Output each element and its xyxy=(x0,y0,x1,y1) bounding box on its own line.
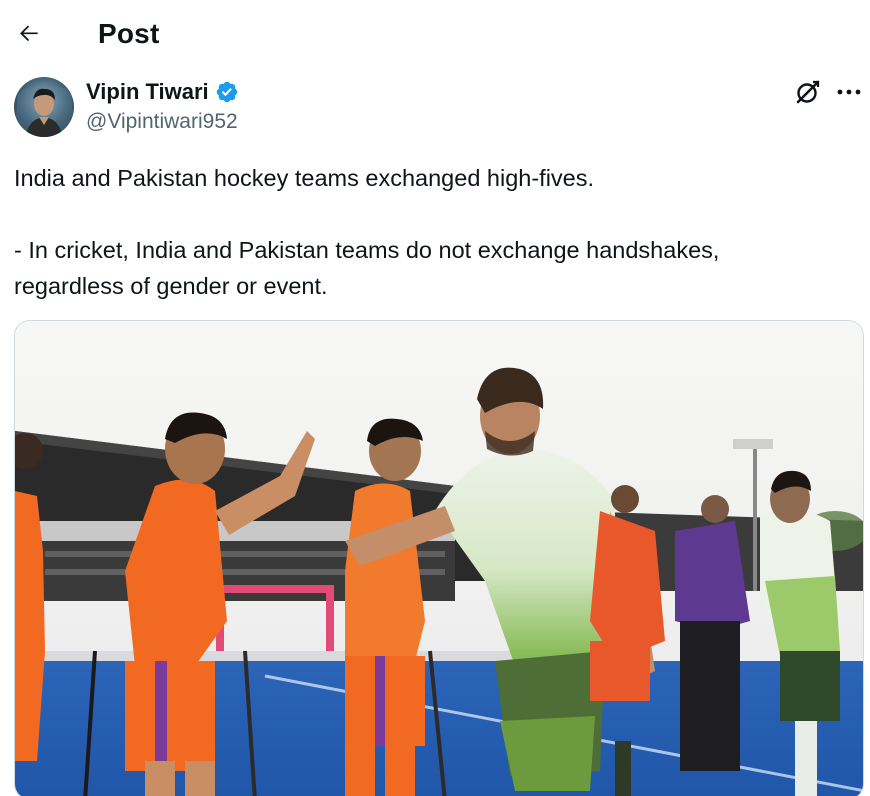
post-paragraph: - In cricket, India and Pakistan teams d… xyxy=(14,237,720,263)
more-horizontal-icon[interactable] xyxy=(834,78,864,106)
verified-badge-icon[interactable] xyxy=(215,80,239,104)
grok-icon[interactable] xyxy=(794,78,822,106)
avatar[interactable] xyxy=(14,77,74,137)
page-title: Post xyxy=(98,18,160,49)
post-paragraph: India and Pakistan hockey teams exchange… xyxy=(14,165,595,191)
post-text: India and Pakistan hockey teams exchange… xyxy=(14,160,844,304)
post-paragraph: regardless of gender or event. xyxy=(14,273,328,299)
author-name-text: Vipin Tiwari xyxy=(86,79,209,104)
arrow-left-icon xyxy=(16,20,42,51)
photo-hockey-high-fives xyxy=(15,321,863,796)
post-page: Post Vipin Tiwari @Vipintiwari952 India … xyxy=(0,0,870,796)
back-button[interactable] xyxy=(10,16,48,54)
post-header: Post xyxy=(0,0,870,72)
post-media-photo[interactable] xyxy=(14,320,864,796)
author-name[interactable]: Vipin Tiwari xyxy=(86,79,239,105)
author-handle[interactable]: @Vipintiwari952 xyxy=(86,110,238,134)
